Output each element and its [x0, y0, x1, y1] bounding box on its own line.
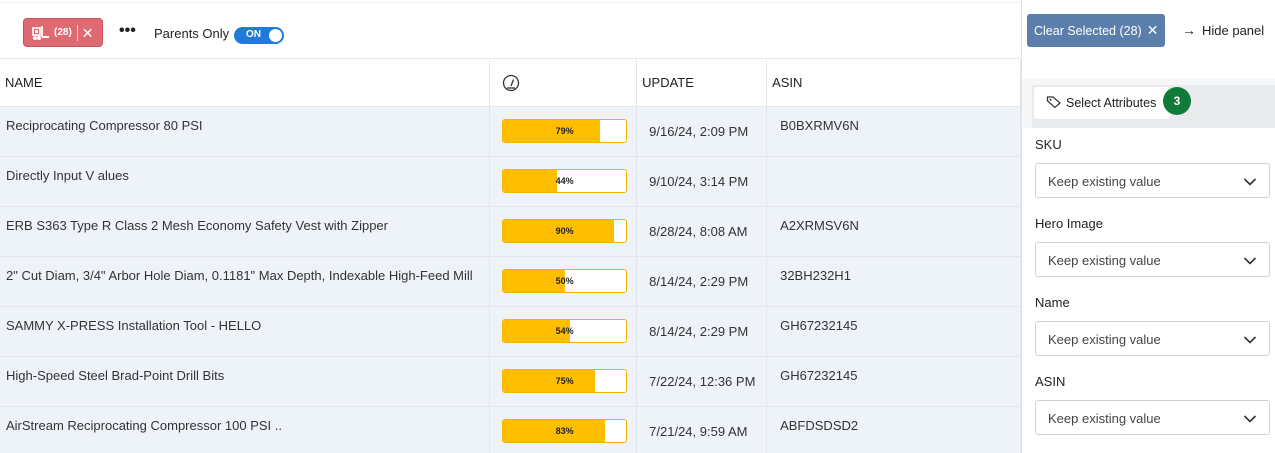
chevron-down-icon	[1243, 175, 1257, 190]
product-name[interactable]: 2" Cut Diam, 3/4" Arbor Hole Diam, 0.118…	[0, 256, 491, 307]
field-label: SKU	[1035, 137, 1062, 152]
tag-icon	[1046, 95, 1062, 112]
chip-divider	[76, 24, 78, 41]
panel-header: Clear Selected (28) ✕ → Hide panel	[1022, 0, 1275, 78]
forklift-icon	[32, 25, 50, 41]
bulk-edit-screen: (28) ✕ ••• Parents Only ON NAME UPDATE A…	[0, 0, 1275, 453]
attribute-value-select[interactable]: Keep existing value	[1035, 321, 1270, 356]
table-row[interactable]: SAMMY X-PRESS Installation Tool - HELLO 5…	[0, 306, 1021, 357]
clear-selected-label: Clear Selected (28)	[1034, 23, 1142, 38]
toggle-state-label: ON	[246, 29, 261, 40]
score-percent: 75%	[555, 375, 574, 386]
bulk-edit-panel: Clear Selected (28) ✕ → Hide panel Selec…	[1021, 0, 1275, 453]
score-bar: 75%	[502, 368, 628, 393]
update-timestamp: 7/22/24, 12:36 PM	[636, 356, 768, 407]
completeness-score: 75%	[489, 356, 638, 407]
attribute-fields: SKU Keep existing value Hero Image Keep exi…	[1022, 128, 1275, 453]
score-bar: 79%	[502, 118, 628, 143]
score-bar: 90%	[502, 218, 628, 243]
column-header-asin[interactable]: ASIN	[766, 60, 1021, 107]
completeness-score: 83%	[489, 406, 638, 453]
score-percent: 54%	[555, 325, 574, 336]
column-header-update[interactable]: UPDATE	[636, 60, 768, 107]
score-percent: 44%	[555, 175, 574, 186]
score-percent: 83%	[555, 425, 574, 436]
product-table: NAME UPDATE ASIN Reciprocating Compresso…	[0, 60, 1021, 453]
completeness-score: 90%	[489, 206, 638, 257]
arrow-right-icon: →	[1182, 22, 1196, 38]
select-value: Keep existing value	[1048, 253, 1161, 268]
more-options-icon[interactable]: •••	[119, 23, 136, 39]
completeness-score: 44%	[489, 156, 638, 207]
parents-only-toggle[interactable]: ON	[234, 27, 284, 44]
table-row[interactable]: 2" Cut Diam, 3/4" Arbor Hole Diam, 0.118…	[0, 256, 1021, 307]
table-header-row: NAME UPDATE ASIN	[0, 60, 1021, 107]
asin-value: B0BXRMV6N	[766, 106, 1021, 157]
update-timestamp: 7/21/24, 9:59 AM	[636, 406, 768, 453]
score-bar: 83%	[502, 418, 628, 443]
close-icon[interactable]: ✕	[82, 26, 94, 40]
clear-selected-button[interactable]: Clear Selected (28) ✕	[1027, 14, 1165, 47]
product-list-area: (28) ✕ ••• Parents Only ON NAME UPDATE A…	[0, 0, 1021, 453]
score-percent: 79%	[555, 125, 574, 136]
asin-value	[766, 156, 1021, 207]
table-row[interactable]: High-Speed Steel Brad-Point Drill Bits 75…	[0, 356, 1021, 407]
table-row[interactable]: Reciprocating Compressor 80 PSI 79% 9/16/2…	[0, 106, 1021, 157]
toggle-knob	[269, 29, 282, 42]
column-header-name[interactable]: NAME	[0, 60, 491, 107]
product-name[interactable]: ERB S363 Type R Class 2 Mesh Economy Saf…	[0, 206, 491, 257]
score-bar: 50%	[502, 268, 628, 293]
attribute-value-select[interactable]: Keep existing value	[1035, 242, 1270, 277]
product-name[interactable]: SAMMY X-PRESS Installation Tool - HELLO	[0, 306, 491, 357]
field-label: Hero Image	[1035, 216, 1103, 231]
attribute-selector-bar: Select Attributes 3	[1032, 85, 1275, 128]
chevron-down-icon	[1243, 254, 1257, 269]
update-timestamp: 8/14/24, 2:29 PM	[636, 256, 768, 307]
chevron-down-icon	[1243, 333, 1257, 348]
asin-value: ABFDSDSD2	[766, 406, 1021, 453]
product-name[interactable]: Reciprocating Compressor 80 PSI	[0, 106, 491, 157]
close-icon: ✕	[1146, 22, 1159, 38]
field-label: Name	[1035, 295, 1070, 310]
score-percent: 90%	[555, 225, 574, 236]
completeness-score: 50%	[489, 256, 638, 307]
product-name[interactable]: Directly Input V alues	[0, 156, 491, 207]
chevron-down-icon	[1243, 412, 1257, 427]
attribute-value-select[interactable]: Keep existing value	[1035, 163, 1270, 198]
selection-count: (28)	[54, 27, 72, 38]
asin-value: GH67232145	[766, 356, 1021, 407]
score-bar: 54%	[502, 318, 628, 343]
completeness-score: 79%	[489, 106, 638, 157]
asin-value: A2XRMSV6N	[766, 206, 1021, 257]
product-name[interactable]: High-Speed Steel Brad-Point Drill Bits	[0, 356, 491, 407]
parents-only-label: Parents Only	[154, 26, 230, 41]
select-value: Keep existing value	[1048, 411, 1161, 426]
select-attributes-button[interactable]: Select Attributes	[1034, 87, 1170, 119]
score-bar: 44%	[502, 168, 628, 193]
update-timestamp: 9/10/24, 3:14 PM	[636, 156, 768, 207]
update-timestamp: 9/16/24, 2:09 PM	[636, 106, 768, 157]
select-attributes-label: Select Attributes	[1066, 96, 1157, 110]
table-row[interactable]: ERB S363 Type R Class 2 Mesh Economy Saf…	[0, 206, 1021, 257]
select-value: Keep existing value	[1048, 174, 1161, 189]
attribute-value-select[interactable]: Keep existing value	[1035, 400, 1270, 435]
product-name[interactable]: AirStream Reciprocating Compressor 100 P…	[0, 406, 491, 453]
gauge-icon	[501, 74, 521, 95]
score-percent: 50%	[555, 275, 574, 286]
table-row[interactable]: Directly Input V alues 44% 9/10/24, 3:14 P…	[0, 156, 1021, 207]
select-value: Keep existing value	[1048, 332, 1161, 347]
update-timestamp: 8/14/24, 2:29 PM	[636, 306, 768, 357]
hide-panel-label: Hide panel	[1202, 22, 1265, 38]
list-toolbar: (28) ✕ ••• Parents Only ON	[0, 2, 1021, 59]
completeness-score: 54%	[489, 306, 638, 357]
asin-value: GH67232145	[766, 306, 1021, 357]
selected-attributes-count-badge: 3	[1163, 87, 1191, 115]
asin-value: 32BH232H1	[766, 256, 1021, 307]
column-header-score[interactable]	[489, 60, 638, 107]
update-timestamp: 8/28/24, 8:08 AM	[636, 206, 768, 257]
hide-panel-button[interactable]: → Hide panel	[1182, 22, 1264, 38]
field-label: ASIN	[1035, 374, 1066, 389]
selection-filter-chip[interactable]: (28) ✕	[23, 18, 103, 47]
table-row[interactable]: AirStream Reciprocating Compressor 100 P…	[0, 406, 1021, 453]
